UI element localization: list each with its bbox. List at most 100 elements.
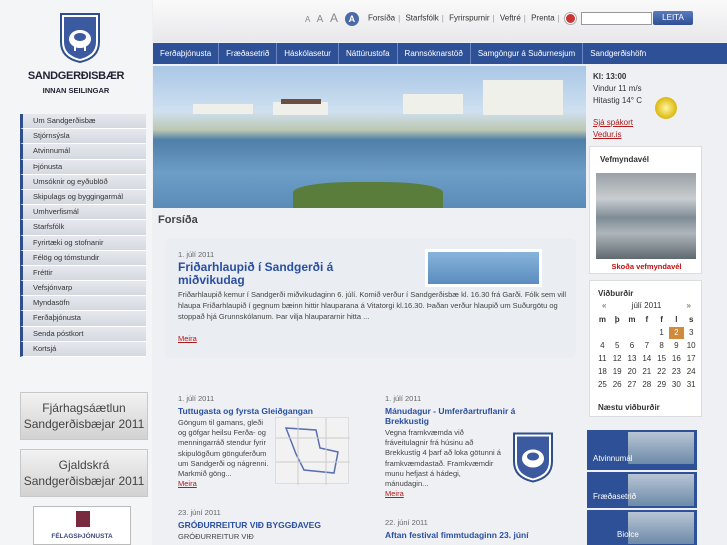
- link-sitemap[interactable]: Veftré: [500, 14, 521, 23]
- sidebar-item[interactable]: Um Sandgerðisbæ: [20, 114, 146, 130]
- calendar-day[interactable]: 27: [625, 379, 640, 391]
- route-map-icon: [276, 418, 350, 485]
- budget-promo[interactable]: Fjárhagsáætlun Sandgerðisbæjar 2011: [20, 392, 148, 440]
- news-headline[interactable]: Aftan festival fimmtudaginn 23. júní: [385, 530, 565, 540]
- thumb-bioice[interactable]: Biolce: [587, 510, 697, 545]
- read-more-link[interactable]: Meira: [178, 479, 273, 488]
- calendar-title: Viðburðir: [598, 289, 634, 298]
- calendar-day[interactable]: 12: [610, 353, 625, 365]
- sidebar-item[interactable]: Fréttir: [20, 265, 146, 282]
- upcoming-events-link[interactable]: Næstu viðburðir: [598, 403, 660, 412]
- brand-tagline: INNAN SEILINGAR: [42, 86, 110, 95]
- sidebar-item[interactable]: Umhverfismál: [20, 205, 146, 221]
- calendar-day[interactable]: 11: [595, 353, 610, 365]
- calendar-day[interactable]: 18: [595, 366, 610, 378]
- font-xlarge-button[interactable]: A: [344, 12, 359, 26]
- news-headline[interactable]: Friðarhlaupið í Sandgerði á miðvikudag: [178, 261, 378, 287]
- calendar-day[interactable]: 13: [625, 353, 640, 365]
- font-size-controls: A A A A: [305, 11, 363, 26]
- link-questions[interactable]: Fyrirspurnir: [449, 14, 489, 23]
- read-more-link[interactable]: Meira: [385, 489, 505, 498]
- calendar-day[interactable]: 3: [684, 327, 699, 339]
- sidebar-item[interactable]: Skipulags og byggingarmál: [20, 189, 146, 206]
- thumb-fraedasetrid[interactable]: Fræðasetrið: [587, 472, 697, 508]
- news-headline[interactable]: GRÓÐURREITUR VIÐ BYGGÐAVEG: [178, 520, 358, 530]
- calendar-day[interactable]: 20: [625, 366, 640, 378]
- calendar-day[interactable]: 29: [654, 379, 669, 391]
- link-staff[interactable]: Starfsfólk: [405, 14, 438, 23]
- sidebar-item[interactable]: Ferðaþjónusta: [20, 311, 146, 327]
- top-nav-item[interactable]: Samgöngur á Suðurnesjum: [471, 43, 584, 64]
- calendar-day: [625, 327, 640, 339]
- font-medium-button[interactable]: A: [317, 14, 324, 25]
- read-more-link[interactable]: Meira: [178, 334, 197, 343]
- calendar-day[interactable]: 4: [595, 340, 610, 352]
- sidebar-item[interactable]: Stjórnsýsla: [20, 129, 146, 145]
- sidebar-item[interactable]: Vefsjónvarp: [20, 281, 146, 297]
- top-nav-item[interactable]: Rannsóknarstöð: [398, 43, 471, 64]
- walrus-crest-icon: [513, 432, 553, 483]
- social-services-banner[interactable]: FÉLAGSÞJÓNUSTA: [33, 506, 131, 545]
- calendar-day[interactable]: 6: [625, 340, 640, 352]
- search-input[interactable]: [581, 12, 652, 25]
- next-month-button[interactable]: »: [687, 301, 691, 310]
- sidebar-item[interactable]: Atvinnumál: [20, 144, 146, 160]
- search-button[interactable]: LEITA: [653, 11, 693, 25]
- calendar-day[interactable]: 30: [669, 379, 684, 391]
- site-logo[interactable]: SANDGERÐISBÆR INNAN SEILINGAR: [0, 0, 152, 108]
- calendar-day[interactable]: 2: [668, 327, 684, 339]
- sidebar-item[interactable]: Félög og tómstundir: [20, 250, 146, 266]
- calendar-day[interactable]: 21: [639, 366, 654, 378]
- thumb-atvinnumal[interactable]: Atvinnumál: [587, 430, 697, 470]
- calendar-day[interactable]: 22: [654, 366, 669, 378]
- top-nav-item[interactable]: Fræðasetrið: [219, 43, 278, 64]
- sidebar-item[interactable]: Þjónusta: [20, 159, 146, 175]
- news-headline[interactable]: Mánudagur - Umferðartruflanir á Brekkust…: [385, 406, 535, 426]
- calendar-day[interactable]: 31: [684, 379, 699, 391]
- link-home[interactable]: Forsíða: [368, 14, 395, 23]
- forecast-map-link[interactable]: Sjá spákort: [593, 118, 633, 127]
- calendar-day[interactable]: 8: [654, 340, 669, 352]
- calendar-day[interactable]: 9: [669, 340, 684, 352]
- link-print[interactable]: Prenta: [531, 14, 555, 23]
- news-headline[interactable]: Tuttugasta og fyrsta Gleiðgangan: [178, 406, 338, 416]
- weather-time: Kl: 13:00: [593, 72, 627, 81]
- calendar-day[interactable]: 7: [639, 340, 654, 352]
- sidebar-item[interactable]: Kortsjá: [20, 341, 146, 357]
- tariff-promo[interactable]: Gjaldskrá Sandgerðisbæjar 2011: [20, 449, 148, 497]
- calendar-day[interactable]: 24: [684, 366, 699, 378]
- calendar-day[interactable]: 19: [610, 366, 625, 378]
- font-small-button[interactable]: A: [305, 15, 310, 24]
- top-nav-item[interactable]: Háskólasetur: [277, 43, 339, 64]
- calendar-day[interactable]: 14: [639, 353, 654, 365]
- weekday-header: þ: [614, 315, 620, 324]
- building: [403, 94, 463, 114]
- calendar-day[interactable]: 23: [669, 366, 684, 378]
- webcam-link[interactable]: Skoða vefmyndavél: [590, 262, 703, 271]
- promo-line: Fjárhagsáætlun: [42, 401, 126, 415]
- calendar-day[interactable]: 28: [639, 379, 654, 391]
- weather-site-link[interactable]: Vedur.is: [593, 130, 621, 139]
- thumb-label: Atvinnumál: [593, 454, 633, 463]
- calendar-day[interactable]: 17: [684, 353, 699, 365]
- weekday-header: f: [645, 315, 649, 324]
- webcam-image[interactable]: [596, 173, 696, 259]
- language-flag-icon[interactable]: [564, 13, 576, 24]
- sidebar-item[interactable]: Fyrirtæki og stofnanir: [20, 235, 146, 251]
- calendar-day[interactable]: 16: [669, 353, 684, 365]
- calendar-day[interactable]: 1: [654, 327, 669, 339]
- sidebar-item[interactable]: Umsóknir og eyðublöð: [20, 174, 146, 190]
- sidebar-item[interactable]: Myndasöfn: [20, 296, 146, 312]
- top-nav-item[interactable]: Ferðaþjónusta: [153, 43, 220, 64]
- calendar-day[interactable]: 5: [610, 340, 625, 352]
- calendar-day[interactable]: 10: [684, 340, 699, 352]
- top-nav-item[interactable]: Sandgerðishöfn: [583, 43, 653, 64]
- prev-month-button[interactable]: «: [602, 301, 606, 310]
- top-nav-item[interactable]: Náttúrustofa: [339, 43, 398, 64]
- calendar-day[interactable]: 15: [654, 353, 669, 365]
- sidebar-item[interactable]: Senda póstkort: [20, 326, 146, 342]
- calendar-day[interactable]: 26: [610, 379, 625, 391]
- font-large-button[interactable]: A: [330, 11, 338, 25]
- calendar-day[interactable]: 25: [595, 379, 610, 391]
- sidebar-item[interactable]: Starfsfólk: [20, 220, 146, 236]
